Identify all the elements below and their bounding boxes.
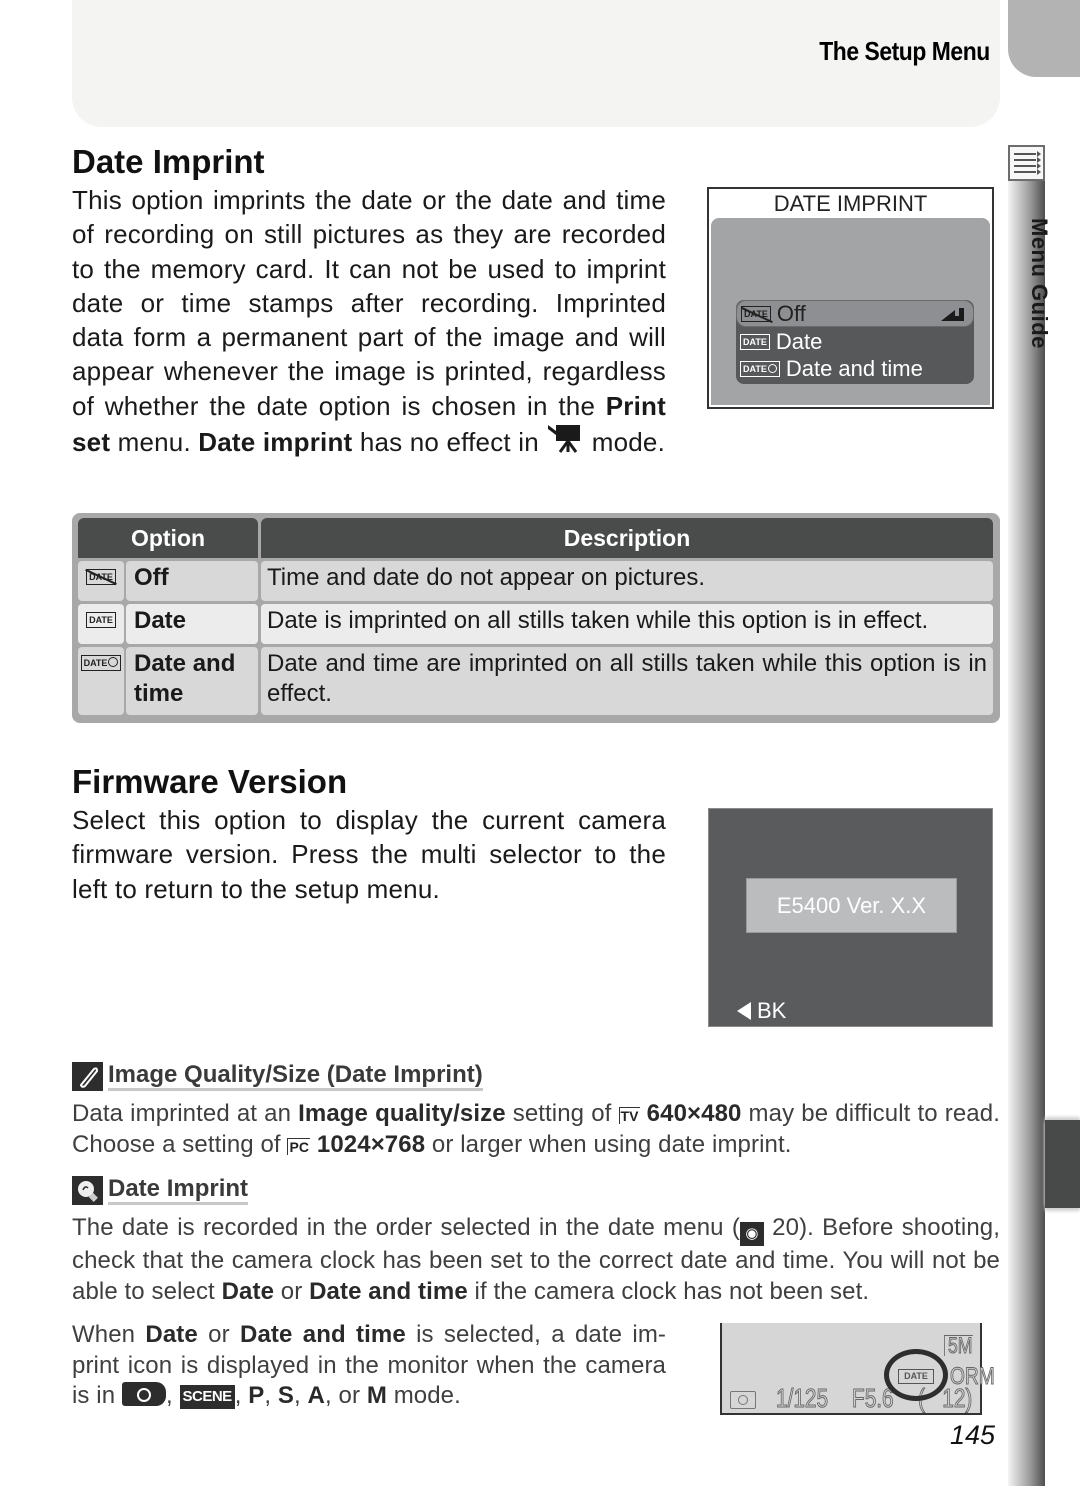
lightbulb-tip-icon: [72, 1176, 103, 1205]
chapter-title: The Setup Menu: [819, 36, 990, 66]
section-heading-firmware: Firmware Version: [62, 763, 356, 803]
sidebar-section-tab: [1045, 1120, 1080, 1208]
date-icon: DATE: [740, 333, 770, 350]
date-off-icon: DATE: [741, 305, 771, 322]
table-cell-icon: DATE: [78, 647, 124, 715]
date-time-icon: DATE: [80, 655, 122, 671]
corner-tab: [1008, 0, 1080, 77]
image-size-indicator: 5M: [944, 1334, 973, 1357]
note-title-quality: Image Quality/Size (Date Imprint): [72, 1062, 483, 1091]
enter-arrow-icon: [941, 308, 964, 321]
page-number: 145: [950, 1420, 996, 1450]
screen-body: DATE Off DATE Date DATE Date and time: [711, 218, 990, 405]
menu-item-date-and-time[interactable]: DATE Date and time: [736, 355, 974, 382]
date-icon: DATE: [86, 612, 116, 628]
auto-camera-mode-icon: [121, 1382, 166, 1406]
shutter-speed: 1/125: [776, 1383, 829, 1414]
firmware-paragraph: Select this option to display the curren…: [72, 805, 666, 904]
options-table: Option Description DATE Off Time and dat…: [72, 513, 1000, 723]
clock-icon: [108, 657, 119, 667]
table-cell-description: Date is imprinted on all stills taken wh…: [261, 604, 993, 644]
date-off-icon: DATE: [86, 569, 116, 585]
date-imprint-paragraph: This option imprints the date or the dat…: [72, 183, 666, 461]
menu-item-date[interactable]: DATE Date: [736, 328, 974, 355]
table-cell-description: Date and time are imprinted on all still…: [261, 647, 993, 715]
see-page-eye-icon: ◉: [739, 1222, 764, 1246]
section-heading-date-imprint: Date Imprint: [62, 143, 273, 183]
camera-mode-icon: [730, 1391, 756, 1409]
menu-list: DATE Off DATE Date DATE Date and time: [736, 300, 974, 384]
left-arrow-icon: [737, 1002, 751, 1020]
note-tip-text-2: When Date or Date and time is selected, …: [72, 1321, 667, 1409]
firmware-screen: E5400 Ver. X.X BK: [708, 808, 993, 1027]
highlight-circle: [884, 1349, 948, 1401]
back-hint: BK: [737, 998, 786, 1024]
table-cell-option: Date: [126, 604, 258, 644]
note-title-date-imprint: Date Imprint: [72, 1176, 249, 1205]
table-cell-option: Off: [126, 561, 258, 601]
sidebar-bar: [1008, 178, 1045, 1486]
table-header-option: Option: [78, 518, 258, 558]
scene-mode-icon: SCENE: [179, 1385, 235, 1409]
menu-list-icon: [1008, 145, 1045, 181]
table-header-description: Description: [261, 518, 993, 558]
sidebar-label: Menu Guide: [1027, 218, 1052, 349]
movie-camera-icon: [546, 423, 584, 461]
date-imprint-term: Date imprint: [198, 427, 353, 458]
clock-icon: [767, 363, 777, 373]
tv-size-icon: TV: [618, 1107, 640, 1124]
monitor-display: 5M ORM 1/125 F5.6 ( 12) DATE: [720, 1323, 995, 1415]
table-cell-icon: DATE: [78, 604, 124, 644]
header-panel: The Setup Menu: [72, 0, 1000, 127]
pencil-note-icon: [72, 1062, 103, 1091]
note-tip-text: The date is recorded in the order select…: [72, 1214, 1000, 1305]
firmware-version-display: E5400 Ver. X.X: [746, 878, 957, 933]
note-quality-text: Data imprinted at an Image quality/size …: [72, 1100, 1000, 1158]
date-time-icon: DATE: [740, 360, 780, 377]
pc-size-icon: PC: [287, 1137, 311, 1155]
table-cell-option: Date and time: [126, 647, 258, 715]
screen-title: DATE IMPRINT: [773, 191, 928, 216]
table-cell-icon: DATE: [78, 561, 124, 601]
table-cell-description: Time and date do not appear on pictures.: [261, 561, 993, 601]
date-imprint-screen: DATE IMPRINT DATE Off DATE Date DATE Dat…: [707, 187, 994, 409]
page-reference-link[interactable]: 20: [772, 1214, 799, 1241]
menu-item-off[interactable]: DATE Off: [736, 300, 974, 327]
